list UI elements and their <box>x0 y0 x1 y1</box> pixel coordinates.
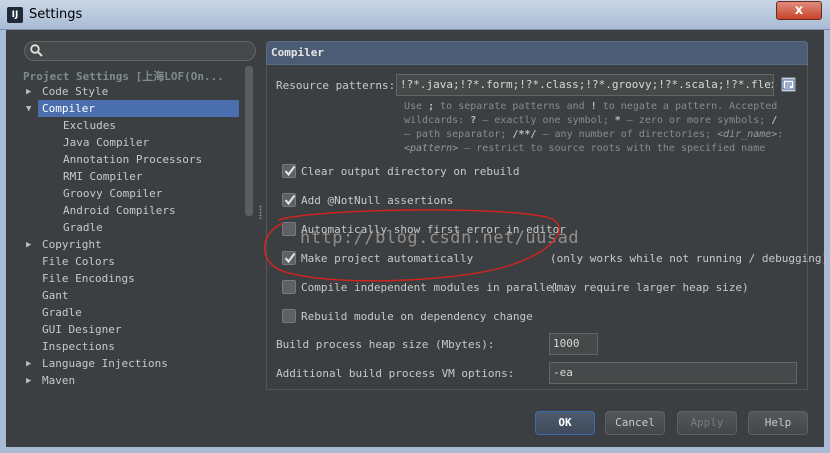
cancel-button[interactable]: Cancel <box>605 411 665 435</box>
help-button[interactable]: Help <box>748 411 808 435</box>
make-automatically-note: (only works while not running / debuggin… <box>550 252 829 265</box>
tree-item-language-injections[interactable]: Language Injections <box>42 355 168 372</box>
expand-arrow-icon[interactable]: ▶ <box>26 87 36 97</box>
tree-scrollbar-thumb[interactable] <box>245 66 253 216</box>
notnull-assertions-checkbox[interactable] <box>282 193 296 207</box>
tree-item-annotation-processors[interactable]: Annotation Processors <box>63 151 202 168</box>
annotation-ellipse-icon <box>263 209 560 282</box>
clear-output-label[interactable]: Clear output directory on rebuild <box>301 165 520 178</box>
checkmark-icon <box>284 165 296 177</box>
tree-item-groovy-compiler[interactable]: Groovy Compiler <box>63 185 162 202</box>
vm-options-input[interactable]: -ea <box>549 362 797 384</box>
vm-options-label: Additional build process VM options: <box>276 367 515 380</box>
clear-output-checkbox[interactable] <box>282 164 296 178</box>
tree-item-maven[interactable]: Maven <box>42 372 75 389</box>
ok-button[interactable]: OK <box>535 411 595 435</box>
tree-item-copyright[interactable]: Copyright <box>42 236 102 253</box>
tree-item-gradle[interactable]: Gradle <box>42 304 82 321</box>
tree-item-code-style[interactable]: Code Style <box>42 83 108 100</box>
tree-item-inspections[interactable]: Inspections <box>42 338 115 355</box>
resource-patterns-input[interactable]: !?*.java;!?*.form;!?*.class;!?*.groovy;!… <box>396 74 774 96</box>
edit-patterns-button[interactable] <box>781 77 796 92</box>
panel-header: Compiler <box>266 41 808 65</box>
tree-item-compiler-gradle[interactable]: Gradle <box>63 219 103 236</box>
rebuild-on-dependency-label[interactable]: Rebuild module on dependency change <box>301 310 533 323</box>
tree-item-gui-designer[interactable]: GUI Designer <box>42 321 121 338</box>
notnull-assertions-label[interactable]: Add @NotNull assertions <box>301 194 453 207</box>
patterns-hint-line: <pattern> — restrict to source roots wit… <box>404 143 766 154</box>
heap-size-input[interactable]: 1000 <box>549 333 598 355</box>
intellij-app-icon: IJ <box>7 7 23 23</box>
apply-button[interactable]: Apply <box>677 411 737 435</box>
window-title: Settings <box>29 7 83 22</box>
search-icon <box>30 44 43 57</box>
collapse-arrow-icon[interactable]: ▼ <box>26 104 36 114</box>
tree-section-header: Project Settings [上海LOF(On... <box>23 70 224 83</box>
tree-item-rmi-compiler[interactable]: RMI Compiler <box>63 168 142 185</box>
patterns-hint-line: wildcards: ? — exactly one symbol; * — z… <box>404 115 778 126</box>
heap-size-label: Build process heap size (Mbytes): <box>276 338 495 351</box>
tree-item-excludes[interactable]: Excludes <box>63 117 116 134</box>
expand-field-icon <box>782 79 795 90</box>
tree-item-java-compiler[interactable]: Java Compiler <box>63 134 149 151</box>
patterns-hint-line: — path separator; /**/ — any number of d… <box>404 129 784 140</box>
close-window-button[interactable]: x <box>776 1 822 20</box>
rebuild-on-dependency-checkbox[interactable] <box>282 309 296 323</box>
tree-scrollbar[interactable] <box>243 66 255 390</box>
tree-item-gant[interactable]: Gant <box>42 287 69 304</box>
parallel-compile-note: (may require larger heap size) <box>550 281 749 294</box>
settings-tree: Project Settings [上海LOF(On... ▶ Code Sty… <box>22 66 258 390</box>
expand-arrow-icon[interactable]: ▶ <box>26 376 36 386</box>
resource-patterns-label: Resource patterns: <box>276 79 396 92</box>
settings-search-input[interactable] <box>24 41 256 61</box>
tree-item-file-colors[interactable]: File Colors <box>42 253 115 270</box>
expand-arrow-icon[interactable]: ▶ <box>26 240 36 250</box>
panel-title: Compiler <box>271 46 324 59</box>
expand-arrow-icon[interactable]: ▶ <box>26 359 36 369</box>
patterns-hint-line: Use ; to separate patterns and ! to nega… <box>404 101 778 112</box>
checkmark-icon <box>284 194 296 206</box>
title-bar: IJ Settings x <box>0 0 830 30</box>
tree-item-android-compilers[interactable]: Android Compilers <box>63 202 176 219</box>
tree-item-compiler[interactable]: Compiler <box>38 100 239 117</box>
tree-item-file-encodings[interactable]: File Encodings <box>42 270 135 287</box>
